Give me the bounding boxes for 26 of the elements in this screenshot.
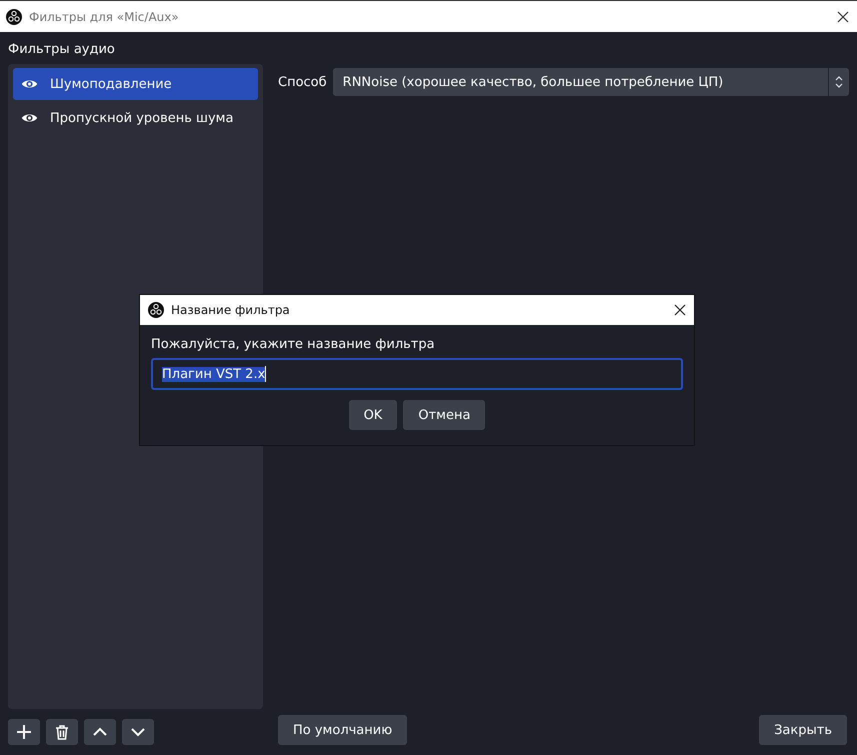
move-down-button[interactable]	[122, 719, 154, 745]
add-button[interactable]	[8, 719, 40, 745]
close-icon[interactable]	[837, 10, 849, 22]
dialog-title: Название фильтра	[171, 303, 291, 317]
window-title: Фильтры для «Mic/Aux»	[29, 10, 180, 24]
filter-item[interactable]: Пропускной уровень шума	[13, 102, 258, 134]
cancel-button[interactable]: Отмена	[403, 400, 486, 430]
method-label: Способ	[278, 74, 327, 90]
delete-button[interactable]	[46, 719, 78, 745]
spinner-arrows-icon	[835, 75, 843, 89]
method-dropdown[interactable]: RNNoise (хорошее качество, большее потребление ЦП)	[332, 68, 849, 96]
section-label: Фильтры аудио	[8, 42, 116, 57]
eye-icon[interactable]	[21, 112, 38, 124]
move-up-button[interactable]	[84, 719, 116, 745]
defaults-button[interactable]: По умолчанию	[278, 715, 408, 745]
filter-item[interactable]: Шумоподавление	[13, 68, 258, 100]
ok-button[interactable]: OK	[348, 400, 398, 430]
close-button[interactable]: Закрыть	[759, 715, 847, 745]
name-input-field[interactable]: Плагин VST 2.x	[151, 358, 683, 390]
close-icon[interactable]	[674, 304, 686, 316]
plus-icon	[16, 724, 32, 740]
app-logo-icon	[6, 8, 22, 24]
eye-icon[interactable]	[21, 78, 38, 90]
app-logo-icon	[148, 302, 164, 318]
trash-icon	[54, 724, 70, 740]
prompt-text: Пожалуйста, укажите название фильтра	[151, 337, 436, 352]
